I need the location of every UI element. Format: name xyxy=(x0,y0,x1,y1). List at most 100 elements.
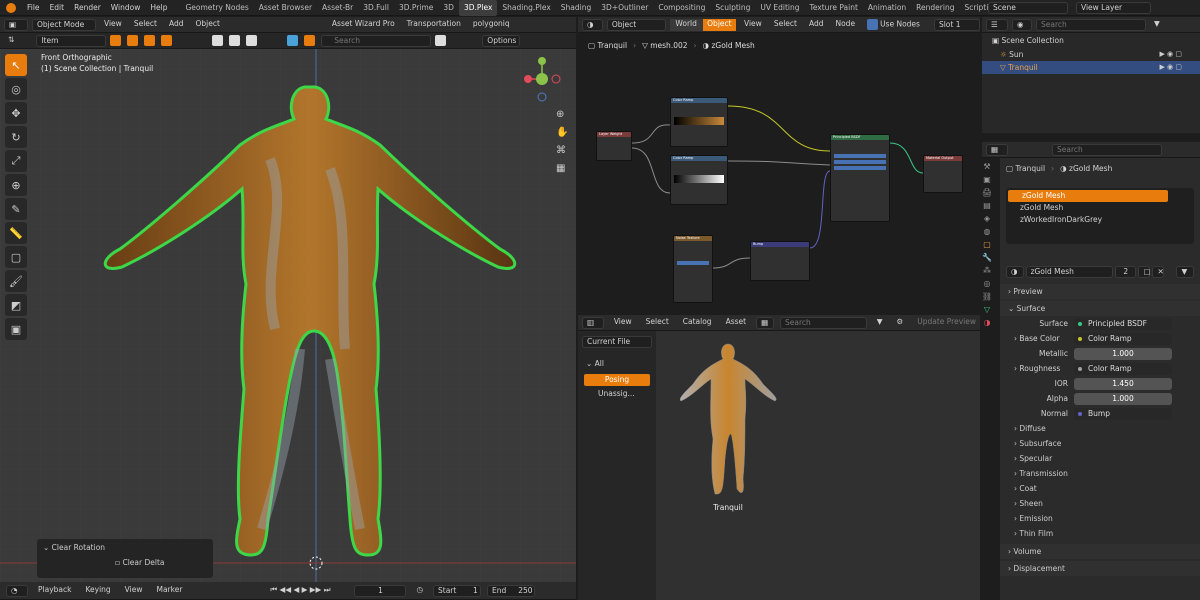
preview-section[interactable]: › Preview xyxy=(1000,284,1200,299)
sheen-section[interactable]: › Sheen xyxy=(1000,496,1200,511)
thin-film-section[interactable]: › Thin Film xyxy=(1000,526,1200,541)
catalog-unassigned[interactable]: Unassig... xyxy=(578,386,656,401)
tab-animation[interactable]: Animation xyxy=(863,0,911,16)
outliner-filter-icon[interactable]: ▼ xyxy=(1150,19,1164,31)
asset-catalog-menu[interactable]: Catalog xyxy=(679,317,716,329)
use-nodes-checkbox[interactable]: Use Nodes xyxy=(863,18,924,31)
mode-dropdown[interactable]: Object Mode xyxy=(32,18,96,31)
specular-section[interactable]: › Specular xyxy=(1000,451,1200,466)
tab-3d-full[interactable]: 3D.Full xyxy=(358,0,394,16)
cursor-tool-icon[interactable]: ◎ xyxy=(5,78,27,100)
alpha-field[interactable]: 1.000 xyxy=(1074,392,1172,405)
asset-thumbnail[interactable]: Tranquil xyxy=(673,339,783,512)
menu-select[interactable]: Select xyxy=(130,19,161,31)
addon-icon-1[interactable] xyxy=(110,35,122,46)
asset-settings-icon[interactable]: ⚙ xyxy=(893,317,908,329)
properties-editor-icon[interactable]: ▦ xyxy=(986,143,1008,156)
node-link-icon[interactable]: ▼ xyxy=(1176,266,1194,278)
menu-edit[interactable]: Edit xyxy=(45,0,70,16)
transform-tool-icon[interactable]: ⊕ xyxy=(5,174,27,196)
addon-icon-8[interactable] xyxy=(287,35,299,46)
tab-asset-browser[interactable]: Asset Browser xyxy=(254,0,317,16)
measure-tool-icon[interactable]: 📏 xyxy=(5,222,27,244)
material-name-field[interactable]: zGold Mesh xyxy=(1025,266,1114,278)
particles-tab-icon[interactable]: ⁂ xyxy=(982,265,992,275)
material-slot-2[interactable]: zGold Mesh xyxy=(1006,202,1194,214)
camera-view-icon[interactable]: ⌘ xyxy=(556,145,570,163)
diffuse-section[interactable]: › Diffuse xyxy=(1000,421,1200,436)
blender-logo-icon[interactable] xyxy=(6,2,16,13)
library-dropdown[interactable]: Current File xyxy=(582,336,652,348)
catalog-all[interactable]: ⌄ All xyxy=(578,353,656,374)
coat-section[interactable]: › Coat xyxy=(1000,481,1200,496)
outliner-item-sun[interactable]: ☼ Sun ▶ ◉ ▢ xyxy=(982,48,1200,61)
tab-3d-outliner[interactable]: 3D+Outliner xyxy=(596,0,653,16)
noise-texture-node[interactable]: Noise Texture xyxy=(673,235,713,303)
clock-icon[interactable]: ◷ xyxy=(412,585,427,597)
start-frame-field[interactable]: Start 1 xyxy=(433,584,481,597)
tab-geometry-nodes[interactable]: Geometry Nodes xyxy=(180,0,253,16)
addon-icon-9[interactable] xyxy=(304,35,316,46)
tab-uv-editing[interactable]: UV Editing xyxy=(755,0,804,16)
options-dropdown[interactable]: Options xyxy=(482,34,521,47)
transform-pivot-icon[interactable]: ⇅ xyxy=(4,35,18,47)
tab-sculpting[interactable]: Sculpting xyxy=(710,0,755,16)
node-node-menu[interactable]: Node xyxy=(831,19,859,31)
normal-field[interactable]: Bump xyxy=(1074,407,1172,420)
editor-type-icon[interactable]: ▣ xyxy=(4,18,28,31)
menu-render[interactable]: Render xyxy=(69,0,106,16)
constraints-tab-icon[interactable]: ⛓ xyxy=(982,291,992,301)
scene-collection-row[interactable]: ▣ Scene Collection xyxy=(982,33,1200,48)
asset-view-menu[interactable]: View xyxy=(610,317,636,329)
asset-select-menu[interactable]: Select xyxy=(642,317,673,329)
timeline-editor-icon[interactable]: ◔ xyxy=(6,584,28,597)
keying-menu[interactable]: Keying xyxy=(81,585,114,597)
grid-view-icon[interactable]: ▦ xyxy=(556,163,570,181)
asset-editor-icon[interactable]: ▥ xyxy=(582,316,604,329)
properties-search-input[interactable]: Search xyxy=(1052,143,1162,156)
physics-tab-icon[interactable]: ◎ xyxy=(982,278,992,288)
tab-rendering[interactable]: Rendering xyxy=(911,0,959,16)
brush-tool-icon[interactable]: 🖌 xyxy=(5,270,27,292)
principled-bsdf-node[interactable]: Principled BSDF xyxy=(830,134,890,222)
emission-section[interactable]: › Emission xyxy=(1000,511,1200,526)
object-tab[interactable]: Object xyxy=(702,18,736,31)
end-frame-field[interactable]: End 250 xyxy=(487,584,535,597)
asset-search-input[interactable]: Search xyxy=(779,316,867,329)
color-ramp-node-2[interactable]: Color Ramp xyxy=(670,155,728,205)
viewport-search-input[interactable]: Search xyxy=(321,34,432,47)
data-tab-icon[interactable]: ▽ xyxy=(982,304,992,314)
shear-tool-icon[interactable]: ◩ xyxy=(5,294,27,316)
rotate-tool-icon[interactable]: ↻ xyxy=(5,126,27,148)
menu-help[interactable]: Help xyxy=(145,0,172,16)
move-tool-icon[interactable]: ✥ xyxy=(5,102,27,124)
addon-icon-5[interactable] xyxy=(212,35,224,46)
roughness-field[interactable]: Color Ramp xyxy=(1074,362,1172,375)
playback-menu[interactable]: Playback xyxy=(34,585,75,597)
addon-icon-3[interactable] xyxy=(144,35,156,46)
transmission-section[interactable]: › Transmission xyxy=(1000,466,1200,481)
subsurface-section[interactable]: › Subsurface xyxy=(1000,436,1200,451)
base-color-field[interactable]: Color Ramp xyxy=(1074,332,1172,345)
scale-tool-icon[interactable]: ⤢ xyxy=(5,150,27,172)
annotate-tool-icon[interactable]: ✎ xyxy=(5,198,27,220)
playback-controls[interactable]: ⏮ ◀◀ ◀ ▶ ▶▶ ⏭ xyxy=(266,585,334,597)
tab-shading[interactable]: Shading xyxy=(556,0,596,16)
transportation-menu[interactable]: Transportation xyxy=(403,19,465,31)
surface-section[interactable]: ⌄ Surface xyxy=(1000,301,1200,316)
catalog-posing[interactable]: Posing xyxy=(584,374,650,386)
menu-add[interactable]: Add xyxy=(165,19,188,31)
timeline-view-menu[interactable]: View xyxy=(121,585,147,597)
surface-shader-field[interactable]: Principled BSDF xyxy=(1074,317,1172,330)
tab-3d[interactable]: 3D xyxy=(438,0,459,16)
menu-file[interactable]: File xyxy=(22,0,45,16)
tab-shading-plex[interactable]: Shading.Plex xyxy=(497,0,555,16)
addon-icon-4[interactable] xyxy=(161,35,173,46)
update-preview-button[interactable]: Update Preview xyxy=(913,317,980,329)
current-frame-field[interactable]: 1 xyxy=(354,584,407,597)
scene-selector[interactable]: Scene xyxy=(988,2,1068,14)
material-output-node[interactable]: Material Output xyxy=(923,155,963,193)
material-slot-1[interactable]: zGold Mesh xyxy=(1008,190,1168,202)
asset-grid-icon[interactable]: ▦ xyxy=(756,316,774,329)
outliner-search-input[interactable]: Search xyxy=(1036,18,1146,31)
